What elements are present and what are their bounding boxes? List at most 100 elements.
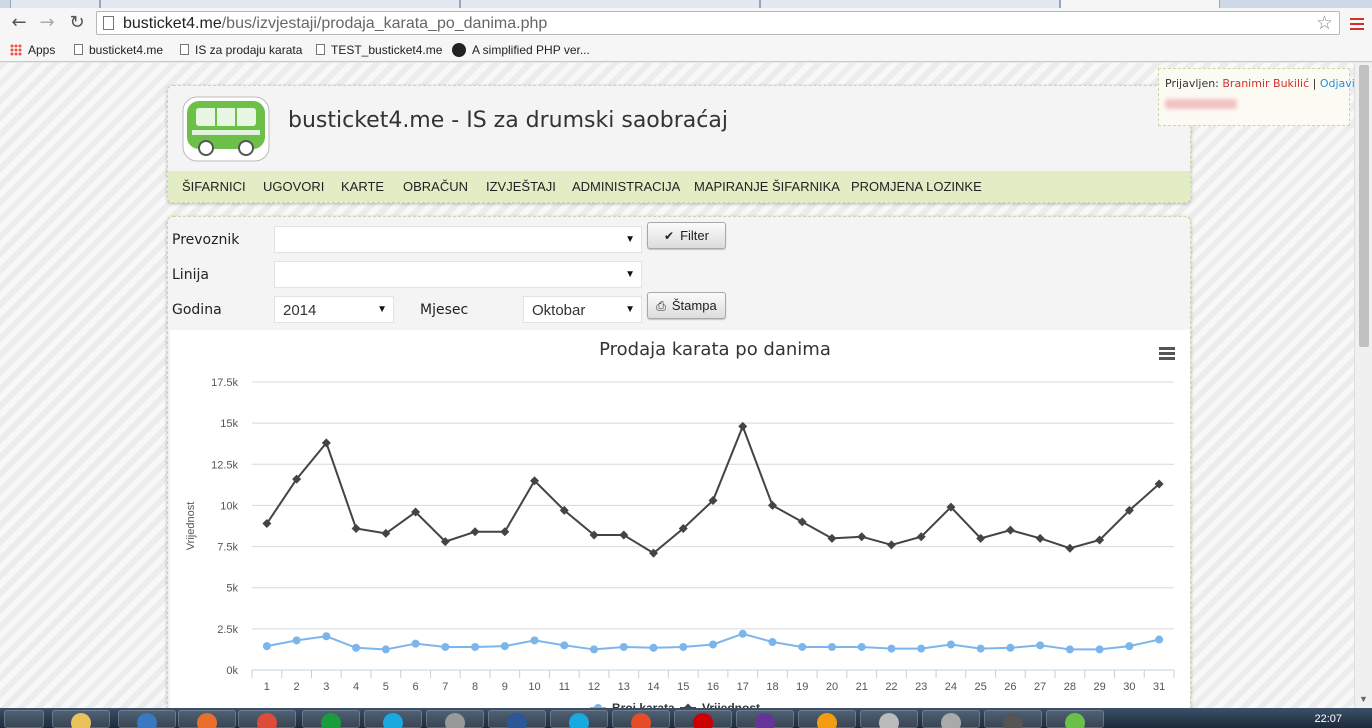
data-point: [1155, 635, 1164, 644]
taskbar-app[interactable]: [1046, 710, 1104, 728]
line-select[interactable]: ▼: [274, 261, 642, 288]
x-tick-label: 24: [945, 681, 957, 693]
main-nav: ŠIFARNICI UGOVORI KARTE OBRAČUN IZVJEŠTA…: [168, 171, 1190, 202]
forward-icon[interactable]: →: [36, 12, 58, 34]
taskbar-app[interactable]: [426, 710, 484, 728]
x-tick-label: 14: [647, 681, 659, 693]
print-button[interactable]: ⎙ Štampa: [647, 292, 726, 319]
bookmark-item[interactable]: A simplified PHP ver...: [452, 43, 590, 57]
taskbar-app[interactable]: [922, 710, 980, 728]
taskbar-app[interactable]: [612, 710, 670, 728]
line-chart: Prodaja karata po danima 0k 2.5k 5k 7.5k 10k 1…: [185, 339, 1175, 708]
x-tick-label: 4: [353, 681, 359, 693]
nav-ugovori[interactable]: UGOVORI: [263, 179, 324, 194]
bookmark-item[interactable]: busticket4.me: [74, 43, 163, 57]
data-point: [797, 517, 807, 527]
nav-obracun[interactable]: OBRAČUN: [403, 179, 468, 194]
data-point: [946, 640, 955, 649]
url-text: busticket4.me/bus/izvjestaji/prodaja_kar…: [123, 15, 548, 32]
bookmarks-bar: Apps busticket4.me IS za prodaju karata …: [0, 38, 1372, 62]
taskbar-app[interactable]: [238, 710, 296, 728]
taskbar-app[interactable]: [550, 710, 608, 728]
reload-icon[interactable]: ↻: [66, 12, 88, 34]
data-point: [1065, 543, 1075, 553]
browser-tab-active[interactable]: [1060, 0, 1220, 8]
x-tick-label: 30: [1123, 681, 1135, 693]
browser-menu-icon[interactable]: [1350, 18, 1364, 30]
scrollbar-thumb[interactable]: [1359, 65, 1369, 347]
page-icon: [103, 16, 114, 30]
bookmark-star-icon[interactable]: ☆: [1316, 12, 1333, 34]
browser-tab[interactable]: [760, 0, 1060, 8]
year-select[interactable]: 2014 ▼: [274, 296, 394, 323]
data-point: [322, 632, 331, 641]
taskbar-app[interactable]: [118, 710, 176, 728]
x-tick-label: 15: [677, 681, 689, 693]
data-point: [262, 642, 271, 651]
page-scrollbar[interactable]: ▼: [1354, 63, 1372, 708]
bookmark-item[interactable]: TEST_busticket4.me: [316, 43, 442, 57]
data-point: [560, 641, 569, 650]
browser-tab[interactable]: [460, 0, 760, 8]
chart-title: Prodaja karata po danima: [599, 339, 831, 360]
data-point: [441, 642, 450, 651]
nav-sifarnici[interactable]: ŠIFARNICI: [182, 179, 246, 194]
nav-administracija[interactable]: ADMINISTRACIJA: [572, 179, 680, 194]
logout-link[interactable]: Odjavi se: [1320, 77, 1354, 90]
dropdown-arrow-icon: ▼: [377, 304, 387, 315]
taskbar-app[interactable]: [860, 710, 918, 728]
taskbar-app[interactable]: [364, 710, 422, 728]
apps-grid-icon: [10, 44, 22, 56]
browser-tab[interactable]: [100, 0, 460, 8]
data-point: [886, 540, 896, 550]
carrier-select[interactable]: ▼: [274, 226, 642, 253]
back-icon[interactable]: ←: [8, 12, 30, 34]
x-tick-label: 3: [323, 681, 329, 693]
data-point: [619, 530, 629, 540]
filter-button[interactable]: ✔ Filter: [647, 222, 726, 249]
line-label: Linija: [172, 267, 209, 283]
data-point: [767, 500, 777, 510]
chart-container: Prodaja karata po danima 0k 2.5k 5k 7.5k 10k 1…: [170, 330, 1190, 708]
bookmark-item[interactable]: IS za prodaju karata: [180, 43, 302, 57]
nav-promjena-lozinke[interactable]: PROMJENA LOZINKE: [851, 179, 982, 194]
browser-toolbar: ← → ↻ busticket4.me/bus/izvjestaji/proda…: [0, 8, 1372, 38]
x-tick-label: 26: [1004, 681, 1016, 693]
address-bar[interactable]: busticket4.me/bus/izvjestaji/prodaja_kar…: [96, 11, 1340, 35]
data-point: [351, 523, 361, 533]
data-point: [470, 527, 480, 537]
month-select[interactable]: Oktobar ▼: [523, 296, 642, 323]
chart-menu-icon[interactable]: [1159, 347, 1175, 360]
taskbar-app[interactable]: [302, 710, 360, 728]
data-point: [500, 642, 509, 651]
taskbar-app[interactable]: [984, 710, 1042, 728]
taskbar-app[interactable]: [488, 710, 546, 728]
data-point: [381, 645, 390, 654]
taskbar-app[interactable]: [736, 710, 794, 728]
data-point: [976, 644, 985, 653]
data-point: [1095, 645, 1104, 654]
data-point: [857, 642, 866, 651]
data-point: [1006, 643, 1015, 652]
taskbar-app[interactable]: [798, 710, 856, 728]
x-tick-label: 10: [528, 681, 540, 693]
page-icon: [74, 44, 83, 55]
browser-tab[interactable]: [10, 0, 100, 8]
taskbar-app[interactable]: [674, 710, 732, 728]
user-info-box: Prijavljen: Branimir Bukilić | Odjavi se: [1158, 68, 1354, 126]
x-tick-label: 31: [1153, 681, 1165, 693]
check-icon: ✔: [664, 229, 675, 243]
dropdown-arrow-icon: ▼: [625, 304, 635, 315]
data-point: [679, 642, 688, 651]
start-button[interactable]: [4, 710, 44, 728]
data-point: [1125, 642, 1134, 651]
nav-izvjestaji[interactable]: IZVJEŠTAJI: [486, 179, 556, 194]
bus-logo-icon: [182, 96, 270, 162]
nav-karte[interactable]: KARTE: [341, 179, 384, 194]
taskbar-app[interactable]: [178, 710, 236, 728]
data-point: [1005, 525, 1015, 535]
nav-mapiranje-sifarnika[interactable]: MAPIRANJE ŠIFARNIKA: [694, 179, 840, 194]
bookmark-apps[interactable]: Apps: [10, 43, 55, 57]
taskbar-app[interactable]: [52, 710, 110, 728]
scroll-down-icon[interactable]: ▼: [1359, 694, 1368, 704]
